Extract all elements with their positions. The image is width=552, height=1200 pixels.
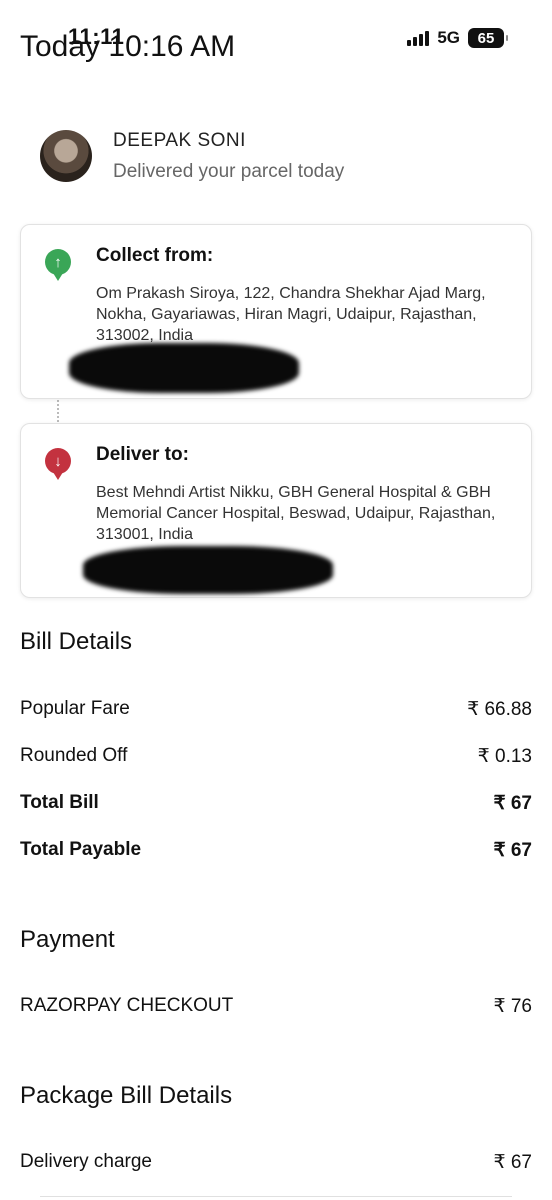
page-title: Today 10:16 AM: [20, 30, 236, 63]
bill-row-label: Total Bill: [20, 792, 99, 813]
battery-icon: 65: [468, 28, 508, 48]
network-type: 5G: [437, 28, 460, 47]
drop-card[interactable]: ↓ Deliver to: Best Mehndi Artist Nikku, …: [20, 423, 532, 598]
bill-row: Rounded Off ₹ 0.13: [20, 745, 532, 768]
pickup-address: Om Prakash Siroya, 122, Chandra Shekhar …: [96, 285, 486, 344]
driver-name: DEEPAK SONI: [113, 130, 246, 151]
drop-title: Deliver to:: [96, 444, 189, 465]
bill-row-label: Total Payable: [20, 839, 142, 860]
battery-level: 65: [477, 29, 495, 47]
bill-details-title: Bill Details: [20, 628, 133, 655]
redaction-mark: [69, 343, 299, 393]
signal-icon: [407, 30, 430, 46]
driver-subtitle: Delivered your parcel today: [113, 161, 345, 182]
package-bill-label: Delivery charge: [20, 1151, 152, 1172]
drop-address: Best Mehndi Artist Nikku, GBH General Ho…: [96, 484, 496, 543]
pickup-card[interactable]: ↑ Collect from: Om Prakash Siroya, 122, …: [20, 224, 532, 399]
pickup-title: Collect from:: [96, 245, 214, 266]
payment-row: RAZORPAY CHECKOUT ₹ 76: [20, 995, 532, 1018]
status-icons: 5G 65: [407, 28, 508, 48]
divider: [40, 1196, 512, 1197]
bill-row-label: Rounded Off: [20, 745, 128, 766]
arrow-down-pin-icon: ↓: [45, 448, 71, 480]
bill-row-value: ₹ 67: [493, 793, 532, 814]
bill-row-value: ₹ 66.88: [467, 699, 532, 720]
bill-row-value: ₹ 67: [493, 840, 532, 861]
payment-title: Payment: [20, 926, 115, 953]
package-bill-row: Delivery charge ₹ 67: [20, 1151, 532, 1174]
payment-method: RAZORPAY CHECKOUT: [20, 995, 234, 1016]
package-bill-title: Package Bill Details: [20, 1082, 233, 1109]
driver-avatar: [40, 130, 92, 182]
arrow-up-pin-icon: ↑: [45, 249, 71, 281]
bill-row-label: Popular Fare: [20, 698, 130, 719]
bill-row-total: Total Bill ₹ 67: [20, 792, 532, 815]
bill-row-payable: Total Payable ₹ 67: [20, 839, 532, 862]
bill-row: Popular Fare ₹ 66.88: [20, 698, 532, 721]
bill-row-value: ₹ 0.13: [477, 746, 532, 767]
package-bill-value: ₹ 67: [493, 1152, 532, 1173]
payment-amount: ₹ 76: [493, 996, 532, 1017]
redaction-mark: [83, 546, 333, 594]
